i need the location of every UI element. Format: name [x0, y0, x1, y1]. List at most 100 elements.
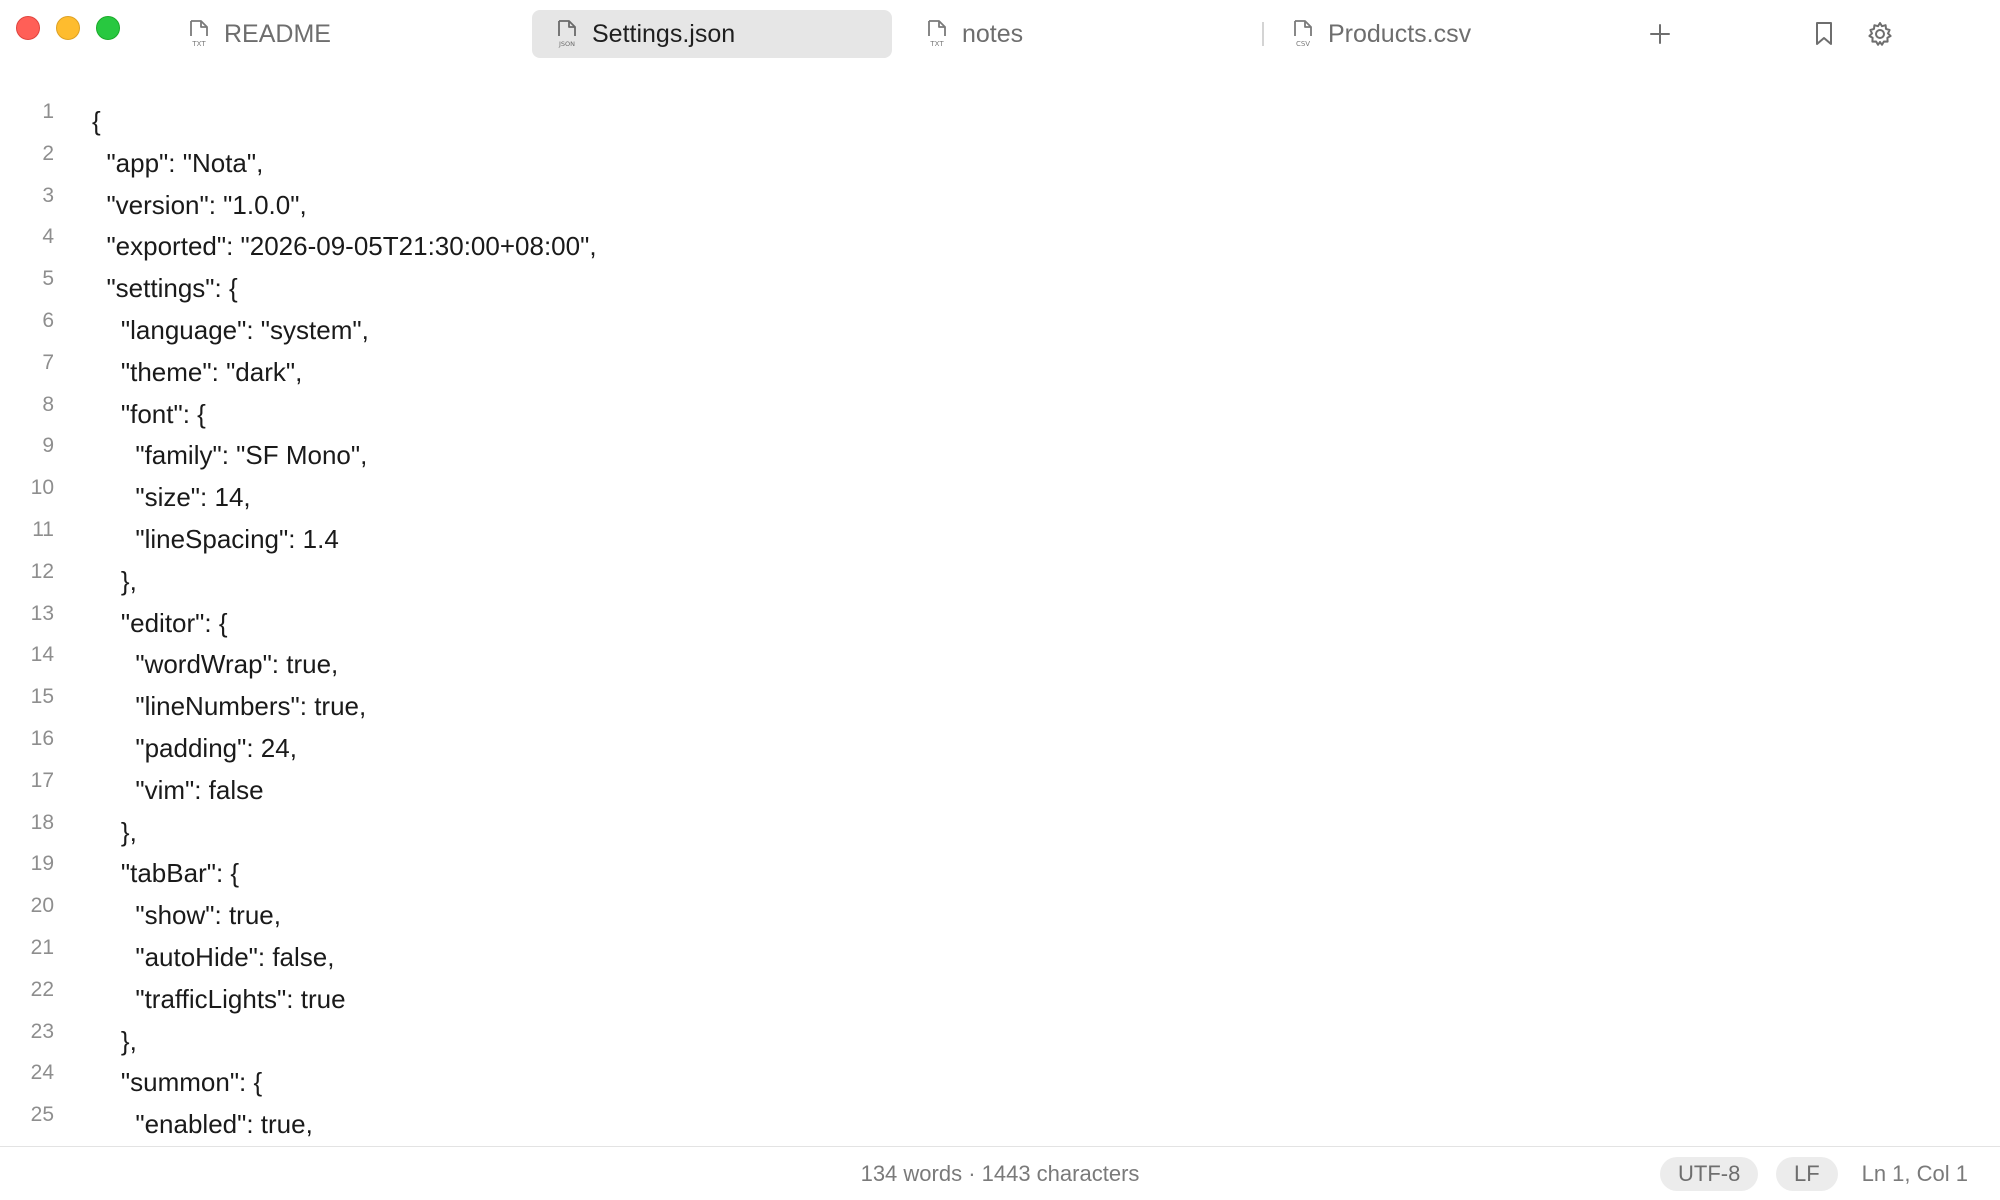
line-text[interactable]: "theme": "dark",: [92, 357, 302, 388]
editor-line[interactable]: 12 },: [0, 556, 2000, 598]
tab-products-csv[interactable]: CSV Products.csv: [1284, 10, 1544, 58]
line-number: 11: [32, 518, 54, 541]
line-text[interactable]: "app": "Nota",: [92, 148, 263, 179]
tab-readme[interactable]: TXT README: [180, 10, 360, 58]
editor-line[interactable]: 2 "app": "Nota",: [0, 138, 2000, 180]
editor-line[interactable]: 3 "version": "1.0.0",: [0, 180, 2000, 222]
line-text[interactable]: "lineNumbers": true,: [92, 691, 366, 722]
editor-line[interactable]: 8 "font": {: [0, 389, 2000, 431]
line-text[interactable]: },: [92, 817, 137, 848]
line-text[interactable]: "font": {: [92, 399, 206, 430]
editor-line[interactable]: 24 "summon": {: [0, 1057, 2000, 1099]
line-text[interactable]: "editor": {: [92, 608, 228, 639]
tab-label: Settings.json: [592, 19, 736, 48]
line-text[interactable]: {: [92, 106, 101, 137]
tab-label: notes: [962, 19, 1024, 48]
tab-divider: [1262, 22, 1264, 46]
line-number: 8: [42, 392, 54, 416]
line-text[interactable]: },: [92, 1026, 137, 1057]
editor-line[interactable]: 11 "lineSpacing": 1.4: [0, 514, 2000, 556]
gear-icon: [1868, 22, 1892, 46]
editor-line[interactable]: 1{: [0, 96, 2000, 138]
line-number: 24: [30, 1061, 54, 1085]
line-number: 21: [30, 936, 54, 959]
editor-line[interactable]: 14 "wordWrap": true,: [0, 639, 2000, 681]
editor-line[interactable]: 7 "theme": "dark",: [0, 347, 2000, 389]
svg-text:TXT: TXT: [929, 40, 944, 48]
editor-line[interactable]: 23 },: [0, 1016, 2000, 1058]
line-number: 20: [30, 894, 54, 918]
minimize-window-button[interactable]: [56, 16, 80, 40]
line-text[interactable]: "enabled": true,: [92, 1109, 312, 1140]
line-text[interactable]: "tabBar": {: [92, 858, 239, 889]
zoom-window-button[interactable]: [96, 16, 120, 40]
editor-line[interactable]: 5 "settings": {: [0, 263, 2000, 305]
line-text[interactable]: "vim": false: [92, 775, 263, 806]
line-number: 17: [30, 768, 54, 792]
tab-notes[interactable]: TXT notes: [918, 10, 1098, 58]
line-number: 14: [30, 643, 54, 667]
line-number: 6: [42, 309, 54, 332]
line-text[interactable]: "settings": {: [92, 273, 237, 304]
editor-line[interactable]: 4 "exported": "2026-09-05T21:30:00+08:00…: [0, 221, 2000, 263]
line-text[interactable]: "exported": "2026-09-05T21:30:00+08:00",: [92, 231, 596, 262]
line-text[interactable]: "trafficLights": true: [92, 984, 345, 1015]
editor-line[interactable]: 22 "trafficLights": true: [0, 974, 2000, 1016]
settings-button[interactable]: [1860, 14, 1900, 54]
tab-label: README: [224, 19, 331, 48]
svg-text:CSV: CSV: [1296, 40, 1310, 48]
line-text[interactable]: "padding": 24,: [92, 733, 297, 764]
encoding-button[interactable]: UTF-8: [1660, 1157, 1759, 1191]
editor-line[interactable]: 21 "autoHide": false,: [0, 932, 2000, 974]
new-tab-button[interactable]: [1640, 14, 1680, 54]
line-text[interactable]: "size": 14,: [92, 482, 250, 513]
tab-settings-json[interactable]: JSON Settings.json: [532, 10, 892, 58]
status-bar: 134 words · 1443 characters UTF-8 LF Ln …: [0, 1146, 2000, 1200]
editor-line[interactable]: 9 "family": "SF Mono",: [0, 430, 2000, 472]
line-text[interactable]: "summon": {: [92, 1067, 262, 1098]
line-number: 19: [30, 852, 54, 876]
line-text[interactable]: "show": true,: [92, 900, 281, 931]
editor-line[interactable]: 19 "tabBar": {: [0, 848, 2000, 890]
svg-text:TXT: TXT: [191, 40, 206, 48]
bookmark-button[interactable]: [1804, 14, 1844, 54]
line-text[interactable]: "version": "1.0.0",: [92, 190, 306, 221]
tab-bar: TXT README JSON Settings.json TXT notes: [0, 0, 2000, 68]
line-number: 3: [42, 183, 54, 207]
editor-line[interactable]: 10 "size": 14,: [0, 472, 2000, 514]
line-number: 5: [42, 267, 54, 291]
line-number: 13: [30, 601, 54, 625]
svg-text:JSON: JSON: [558, 40, 575, 48]
text-editor[interactable]: 1{2 "app": "Nota", 3 "version": "1.0.0", 4…: [0, 96, 2000, 1146]
close-window-button[interactable]: [16, 16, 40, 40]
editor-line[interactable]: 25 "enabled": true,: [0, 1099, 2000, 1141]
txt-file-icon: TXT: [190, 20, 208, 48]
cursor-position[interactable]: Ln 1, Col 1: [1862, 1161, 1968, 1187]
plus-icon: [1650, 24, 1670, 44]
line-number: 22: [30, 977, 54, 1001]
editor-line[interactable]: 16 "padding": 24,: [0, 723, 2000, 765]
line-number: 1: [42, 100, 54, 123]
line-text[interactable]: },: [92, 566, 137, 597]
editor-line[interactable]: 6 "language": "system",: [0, 305, 2000, 347]
line-number: 18: [30, 810, 54, 834]
editor-line[interactable]: 18 },: [0, 807, 2000, 849]
editor-line[interactable]: 17 "vim": false: [0, 765, 2000, 807]
csv-file-icon: CSV: [1294, 20, 1312, 48]
line-ending-button[interactable]: LF: [1776, 1157, 1838, 1191]
line-number: 23: [30, 1019, 54, 1043]
json-file-icon: JSON: [558, 20, 576, 48]
editor-line[interactable]: 13 "editor": {: [0, 598, 2000, 640]
line-text[interactable]: "family": "SF Mono",: [92, 440, 367, 471]
editor-line[interactable]: 15 "lineNumbers": true,: [0, 681, 2000, 723]
line-number: 16: [30, 727, 54, 750]
line-text[interactable]: "autoHide": false,: [92, 942, 334, 973]
editor-line[interactable]: 20 "show": true,: [0, 890, 2000, 932]
line-text[interactable]: "wordWrap": true,: [92, 649, 338, 680]
line-number: 2: [42, 141, 54, 165]
line-text[interactable]: "lineSpacing": 1.4: [92, 524, 339, 555]
line-number: 10: [30, 476, 54, 500]
line-number: 4: [42, 225, 54, 249]
line-text[interactable]: "language": "system",: [92, 315, 369, 346]
line-number: 25: [30, 1103, 54, 1127]
